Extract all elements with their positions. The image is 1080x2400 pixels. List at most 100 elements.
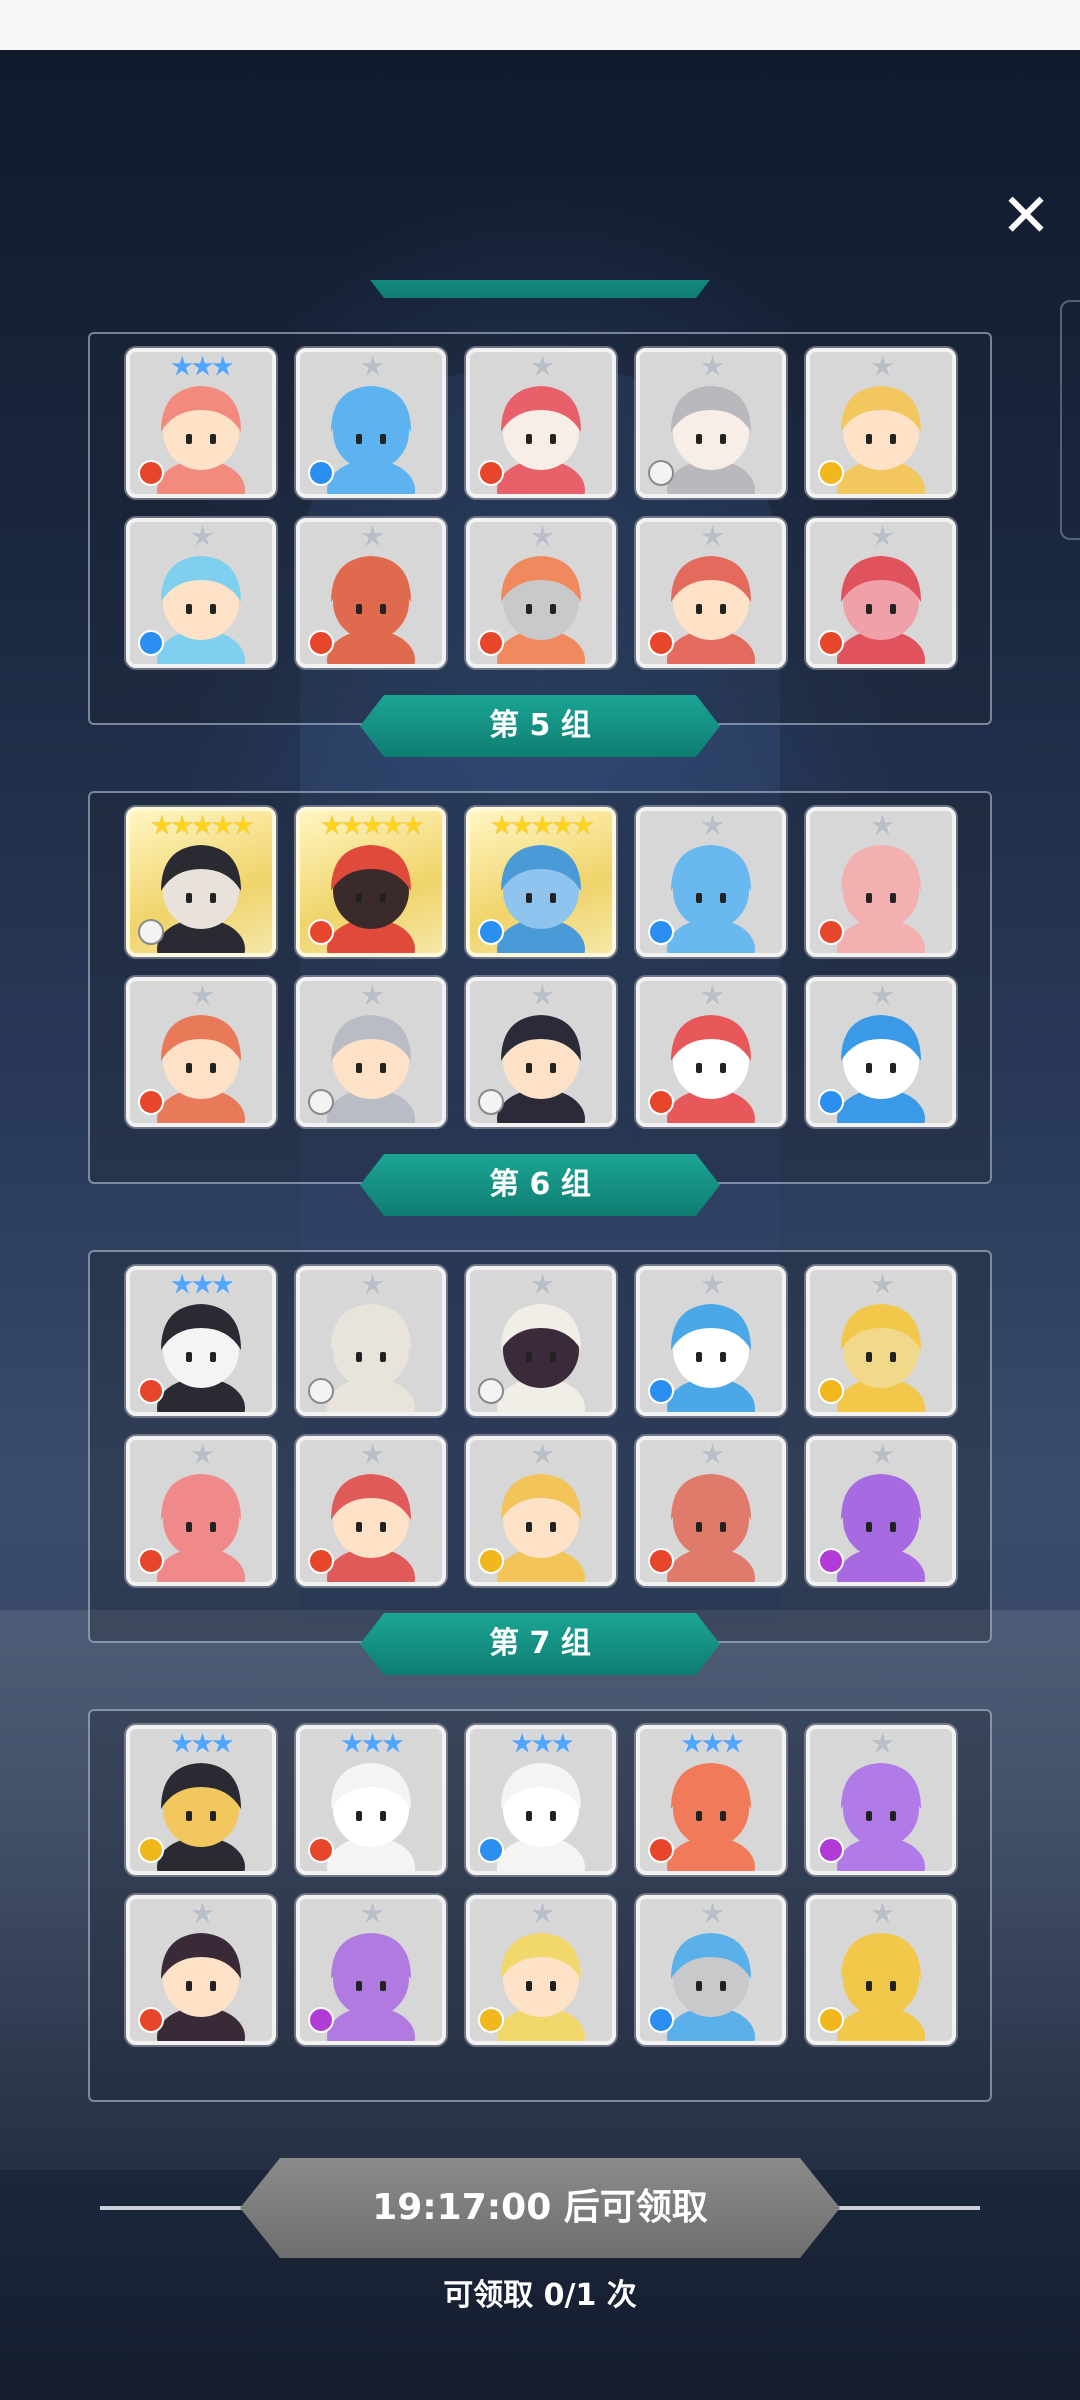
hero-card[interactable]: ★: [126, 1436, 276, 1586]
hero-card[interactable]: ★: [126, 1895, 276, 2045]
group-panel: ★★★ ★★★ ★★★ ★★★ ★ ★ ★ ★ ★ ★: [88, 1709, 992, 2102]
hero-card[interactable]: ★: [636, 348, 786, 498]
star-rating: ★: [700, 811, 724, 841]
hero-card[interactable]: ★: [296, 518, 446, 668]
hero-card[interactable]: ★: [466, 518, 616, 668]
group-title-banner: 第 6 组: [360, 1154, 720, 1216]
hero-card[interactable]: ★★★★★: [466, 807, 616, 957]
wind-element-icon: [478, 2007, 504, 2033]
group-panel: ★★★ ★ ★ ★ ★ ★ ★ ★ ★ ★: [88, 1250, 992, 1643]
group-panel: ★★★ ★ ★ ★ ★ ★ ★ ★ ★ ★: [88, 332, 992, 725]
fire-element-icon: [818, 630, 844, 656]
hero-card[interactable]: ★: [636, 1895, 786, 2045]
hero-card[interactable]: ★★★★★: [126, 807, 276, 957]
hero-card[interactable]: ★: [636, 518, 786, 668]
light-element-icon: [308, 1378, 334, 1404]
water-element-icon: [478, 919, 504, 945]
hero-card[interactable]: ★: [296, 1436, 446, 1586]
hero-card[interactable]: ★: [466, 977, 616, 1127]
divider-right: [830, 2206, 980, 2210]
fire-element-icon: [138, 1548, 164, 1574]
star-rating: ★: [530, 981, 554, 1011]
hero-card[interactable]: ★★★★★: [296, 807, 446, 957]
star-rating: ★: [360, 981, 384, 1011]
hero-card[interactable]: ★: [466, 1266, 616, 1416]
star-rating: ★: [870, 1729, 894, 1759]
hero-card[interactable]: ★: [806, 348, 956, 498]
fire-element-icon: [478, 630, 504, 656]
hero-card[interactable]: ★: [636, 1266, 786, 1416]
fire-element-icon: [308, 919, 334, 945]
claim-count-text: 可领取 0/1 次: [443, 2278, 637, 2313]
status-bar: [0, 0, 1080, 50]
star-rating: ★: [700, 1440, 724, 1470]
fire-element-icon: [648, 1837, 674, 1863]
wind-element-icon: [478, 1548, 504, 1574]
star-rating: ★★★: [170, 1270, 235, 1300]
star-rating: ★: [700, 1270, 724, 1300]
star-rating: ★: [190, 522, 214, 552]
hero-card[interactable]: ★: [296, 348, 446, 498]
star-rating: ★: [530, 522, 554, 552]
star-rating: ★: [190, 1440, 214, 1470]
fire-element-icon: [308, 1548, 334, 1574]
claim-button[interactable]: 19:17:00 后可领取: [240, 2158, 840, 2258]
close-button[interactable]: ✕: [996, 186, 1056, 246]
hero-card[interactable]: ★: [636, 977, 786, 1127]
star-rating: ★: [870, 522, 894, 552]
hero-card[interactable]: ★: [466, 1895, 616, 2045]
water-element-icon: [478, 1837, 504, 1863]
hero-card[interactable]: ★: [806, 807, 956, 957]
light-element-icon: [138, 919, 164, 945]
hero-card[interactable]: ★: [636, 1436, 786, 1586]
hero-card[interactable]: ★: [806, 1725, 956, 1875]
star-rating: ★: [530, 1270, 554, 1300]
fire-element-icon: [308, 1837, 334, 1863]
hero-card[interactable]: ★★★: [126, 1725, 276, 1875]
star-rating: ★: [360, 522, 384, 552]
fire-element-icon: [648, 1089, 674, 1115]
hero-card[interactable]: ★: [296, 1895, 446, 2045]
hero-card[interactable]: ★: [466, 348, 616, 498]
star-rating: ★: [700, 1899, 724, 1929]
group-list[interactable]: 第 4 组★★★★★★★★★★★★第 5 组★★★★★★★★★★★★★★★★★★…: [0, 280, 1080, 2112]
hero-card[interactable]: ★: [466, 1436, 616, 1586]
hero-card[interactable]: ★★★: [126, 1266, 276, 1416]
hero-card[interactable]: ★: [636, 807, 786, 957]
hero-card[interactable]: ★: [806, 518, 956, 668]
group-title-banner: 第 4 组: [360, 280, 720, 298]
hero-card[interactable]: ★★★: [296, 1725, 446, 1875]
star-rating: ★: [870, 811, 894, 841]
hero-card[interactable]: ★: [126, 518, 276, 668]
star-rating: ★: [360, 352, 384, 382]
hero-card[interactable]: ★★★: [466, 1725, 616, 1875]
hero-card[interactable]: ★: [126, 977, 276, 1127]
star-rating: ★: [360, 1899, 384, 1929]
star-rating: ★★★: [170, 352, 235, 382]
divider-left: [100, 2206, 250, 2210]
hero-card[interactable]: ★: [806, 1266, 956, 1416]
light-element-icon: [478, 1378, 504, 1404]
star-rating: ★: [700, 981, 724, 1011]
water-element-icon: [648, 2007, 674, 2033]
fire-element-icon: [138, 1089, 164, 1115]
hero-card[interactable]: ★: [806, 1895, 956, 2045]
star-rating: ★: [190, 1899, 214, 1929]
wind-element-icon: [818, 460, 844, 486]
star-rating: ★★★: [510, 1729, 575, 1759]
hero-card[interactable]: ★: [296, 1266, 446, 1416]
light-element-icon: [648, 460, 674, 486]
fire-element-icon: [138, 2007, 164, 2033]
hero-card[interactable]: ★: [806, 1436, 956, 1586]
hero-card[interactable]: ★★★: [636, 1725, 786, 1875]
star-rating: ★: [530, 1899, 554, 1929]
group-title-banner: 第 5 组: [360, 695, 720, 757]
dark-element-icon: [308, 2007, 334, 2033]
star-rating: ★: [530, 352, 554, 382]
light-element-icon: [308, 1089, 334, 1115]
hero-card[interactable]: ★: [296, 977, 446, 1127]
hero-card[interactable]: ★★★: [126, 348, 276, 498]
hero-card[interactable]: ★: [806, 977, 956, 1127]
dark-element-icon: [818, 1548, 844, 1574]
star-rating: ★★★: [680, 1729, 745, 1759]
